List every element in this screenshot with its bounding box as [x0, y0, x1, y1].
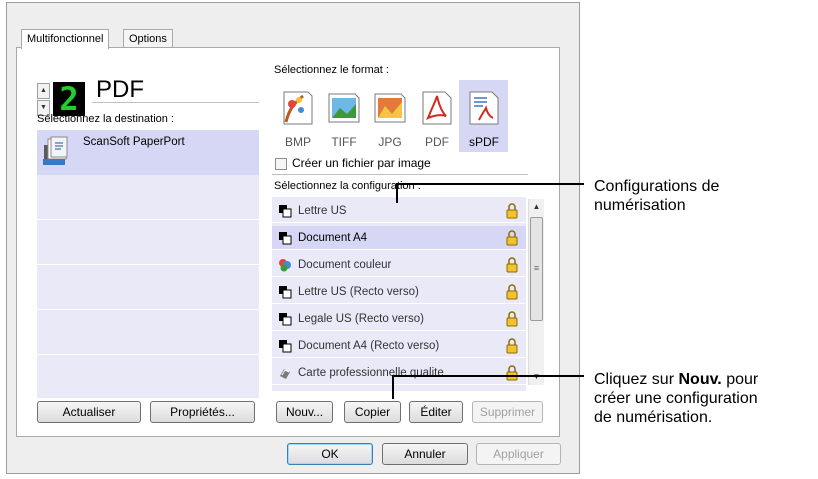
spdf-icon [469, 91, 499, 125]
config-scrollbar[interactable]: ▲ ≡ ▼ [528, 199, 544, 385]
format-label-bmp: BMP [284, 135, 311, 149]
callout-new-bold: Nouv. [678, 371, 722, 388]
callout-new: Cliquez sur Nouv. pour créer une configu… [594, 370, 758, 427]
scroll-thumb[interactable]: ≡ [530, 217, 543, 321]
callout-line-config [396, 183, 584, 185]
config-item-label: Legale US (Recto verso) [298, 313, 424, 325]
lock-icon [506, 311, 518, 327]
config-item-label: Document A4 (Recto verso) [298, 340, 440, 352]
config-item-label: Lettre US [298, 205, 347, 217]
callout-new-line1: Cliquez sur Nouv. pour [594, 370, 758, 389]
config-item[interactable]: Carte professionnelle qualite [272, 361, 526, 385]
delete-config-button[interactable]: Supprimer [472, 401, 543, 423]
document-bw-icon [279, 313, 292, 326]
callout-line-config-drop [396, 183, 398, 203]
document-bw-icon [279, 286, 292, 299]
jpg-icon [374, 93, 406, 123]
cancel-button[interactable]: Annuler [382, 443, 468, 465]
bmp-icon [283, 91, 313, 125]
new-config-button[interactable]: Nouv... [276, 401, 333, 423]
config-item-label: Document couleur [298, 259, 392, 271]
properties-button[interactable]: Propriétés... [150, 401, 255, 423]
format-tiff[interactable] [323, 84, 365, 130]
document-bw-icon [279, 205, 292, 218]
config-item-label: Lettre US (Recto verso) [298, 286, 419, 298]
config-item-label: Carte professionnelle qualite [298, 367, 444, 379]
document-bw-icon [279, 232, 292, 245]
format-jpg[interactable] [369, 84, 411, 130]
business-card-icon [280, 369, 290, 379]
document-bw-icon [279, 340, 292, 353]
config-heading: Sélectionnez la configuration : [274, 180, 421, 192]
format-label-tiff: TIFF [331, 135, 357, 149]
refresh-button[interactable]: Actualiser [37, 401, 141, 423]
lock-icon [506, 230, 518, 246]
lock-icon [506, 338, 518, 354]
callout-new-line2: créer une configuration [594, 390, 758, 407]
callout-configurations: Configurations de numérisation [594, 177, 719, 215]
callout-new-line3: de numérisation. [594, 409, 713, 426]
callout-line-new [392, 375, 584, 377]
destination-empty-row [37, 220, 259, 265]
destination-item-label: ScanSoft PaperPort [83, 136, 185, 148]
format-pdf[interactable] [416, 84, 458, 130]
destination-item-paperport[interactable]: ScanSoft PaperPort [37, 130, 259, 175]
divider [92, 102, 259, 103]
callout-config-line1: Configurations de [594, 178, 720, 195]
edit-config-button[interactable]: Éditer [409, 401, 463, 423]
destination-spinner[interactable]: ▲ ▼ [37, 83, 51, 117]
one-file-per-image-label: Créer un fichier par image [292, 156, 431, 170]
destination-empty-row [37, 310, 259, 355]
lock-icon [506, 365, 518, 381]
config-item[interactable]: Document couleur [272, 253, 526, 277]
current-format-label: PDF [96, 76, 144, 103]
ok-button[interactable]: OK [287, 443, 373, 465]
config-item[interactable]: Lettre US (Recto verso) [272, 280, 526, 304]
format-label-jpg: JPG [378, 135, 402, 149]
format-label-pdf: PDF [425, 135, 449, 149]
callout-line-new-drop [392, 375, 394, 399]
lock-icon [506, 203, 518, 219]
format-label-spdf: sPDF [469, 135, 499, 149]
pdf-icon [422, 91, 452, 125]
paperport-icon [41, 135, 71, 167]
divider [272, 174, 528, 175]
spin-up-button[interactable]: ▲ [37, 83, 50, 99]
destination-number-display: 2 [53, 82, 85, 116]
format-spdf[interactable] [463, 84, 505, 130]
tiff-icon [328, 93, 360, 123]
destination-heading: Sélectionnez la destination : [37, 113, 174, 125]
destination-empty-row [37, 265, 259, 310]
callout-new-suffix: pour [721, 371, 759, 388]
lock-icon [506, 284, 518, 300]
config-item[interactable]: Lettre US [272, 199, 526, 223]
config-item-label: Document A4 [298, 232, 368, 244]
color-document-icon [279, 259, 291, 272]
callout-new-prefix: Cliquez sur [594, 371, 679, 388]
config-item[interactable]: Document A4 (Recto verso) [272, 334, 526, 358]
format-heading: Sélectionnez le format : [274, 64, 389, 76]
apply-button[interactable]: Appliquer [476, 443, 561, 465]
config-item-selected[interactable]: Document A4 [272, 226, 526, 250]
scroll-down-arrow[interactable]: ▼ [529, 369, 544, 385]
lock-icon [506, 257, 518, 273]
copy-config-button[interactable]: Copier [344, 401, 401, 423]
callout-config-line2: numérisation [594, 197, 686, 214]
config-item[interactable]: Legale US (Recto verso) [272, 307, 526, 331]
destination-empty-row [37, 175, 259, 220]
tab-options[interactable]: Options [123, 29, 173, 48]
destination-empty-row [37, 355, 259, 398]
one-file-per-image-checkbox[interactable] [275, 158, 287, 170]
format-bmp[interactable] [277, 84, 319, 130]
tab-multifonctionnel[interactable]: Multifonctionnel [21, 29, 110, 49]
scroll-up-arrow[interactable]: ▲ [529, 199, 544, 215]
